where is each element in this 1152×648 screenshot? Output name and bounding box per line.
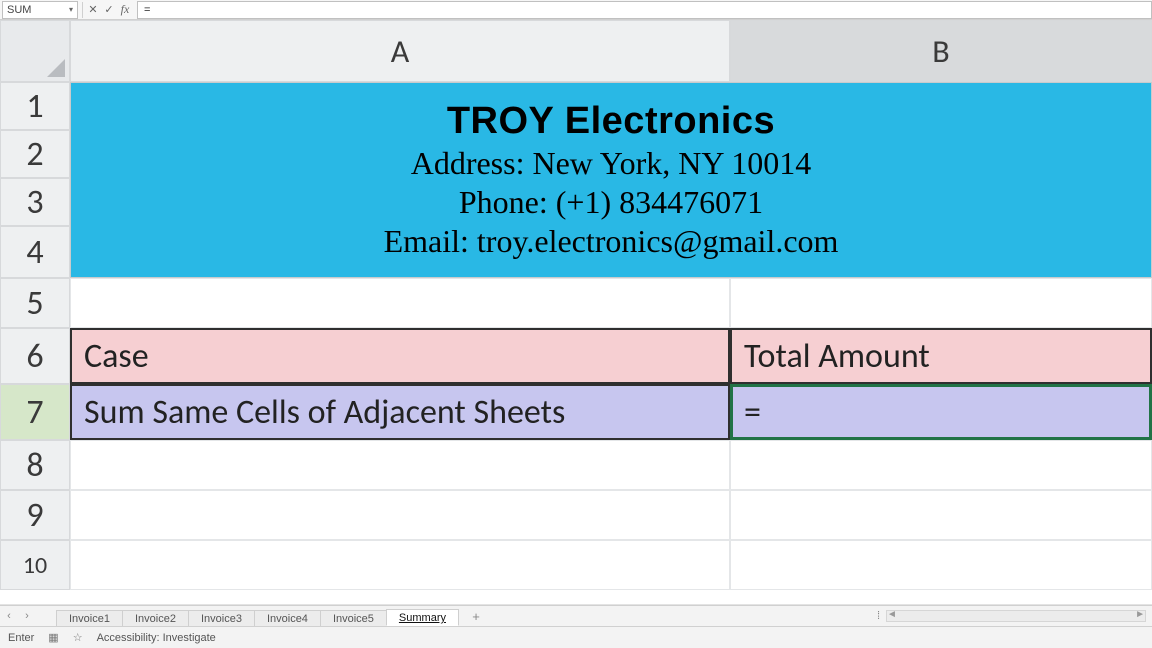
banner-title: TROY Electronics <box>447 100 775 143</box>
row-header-4[interactable]: 4 <box>0 226 70 278</box>
name-box[interactable]: SUM ▾ <box>2 1 78 19</box>
select-all-corner[interactable] <box>0 20 70 82</box>
cell-A10[interactable] <box>70 540 730 590</box>
sheet-tab-invoice5[interactable]: Invoice5 <box>320 610 387 626</box>
tab-split-handle[interactable]: ⁞ <box>877 610 880 622</box>
row-header-3[interactable]: 3 <box>0 178 70 226</box>
fx-icon[interactable]: fx <box>117 2 133 18</box>
sheet-tab-invoice2[interactable]: Invoice2 <box>122 610 189 626</box>
status-accessibility[interactable]: Accessibility: Investigate <box>97 632 216 644</box>
row-header-9[interactable]: 9 <box>0 490 70 540</box>
row-header-1[interactable]: 1 <box>0 82 70 130</box>
sheet-tabs: Invoice1 Invoice2 Invoice3 Invoice4 Invo… <box>56 606 458 626</box>
banner-phone: Phone: (+1) 834476071 <box>459 184 763 221</box>
banner-address: Address: New York, NY 10014 <box>411 145 812 182</box>
header-total: Total Amount <box>744 336 930 377</box>
sheet-tab-summary[interactable]: Summary <box>386 609 459 626</box>
star-icon: ☆ <box>73 631 83 644</box>
divider <box>82 2 83 18</box>
sheet-tab-strip: ‹ › Invoice1 Invoice2 Invoice3 Invoice4 … <box>0 605 1152 627</box>
horizontal-scrollbar[interactable] <box>886 610 1146 622</box>
chevron-down-icon[interactable]: ▾ <box>69 5 73 14</box>
cell-B8[interactable] <box>730 440 1152 490</box>
status-mode: Enter <box>8 632 34 644</box>
cell-B6[interactable]: Total Amount <box>730 328 1152 384</box>
grid-icon[interactable]: ▦ <box>48 631 58 644</box>
worksheet-grid[interactable]: A B 1 TROY Electronics Address: New York… <box>0 20 1152 605</box>
cell-A5[interactable] <box>70 278 730 328</box>
case-text: Sum Same Cells of Adjacent Sheets <box>84 392 565 433</box>
row-header-10[interactable]: 10 <box>0 540 70 590</box>
cell-A6[interactable]: Case <box>70 328 730 384</box>
formula-input[interactable]: = <box>137 1 1152 19</box>
banner-email: Email: troy.electronics@gmail.com <box>384 223 839 260</box>
enter-icon[interactable]: ✓ <box>101 2 117 18</box>
column-header-B[interactable]: B <box>730 20 1152 82</box>
cell-B7[interactable]: = <box>730 384 1152 440</box>
cell-A9[interactable] <box>70 490 730 540</box>
company-banner: TROY Electronics Address: New York, NY 1… <box>70 82 1152 278</box>
cell-B10[interactable] <box>730 540 1152 590</box>
header-case: Case <box>84 336 149 377</box>
status-bar: Enter ▦ ☆ Accessibility: Investigate <box>0 627 1152 648</box>
cell-A8[interactable] <box>70 440 730 490</box>
sheet-tab-invoice4[interactable]: Invoice4 <box>254 610 321 626</box>
row-header-6[interactable]: 6 <box>0 328 70 384</box>
add-sheet-icon[interactable]: + <box>468 608 484 624</box>
tab-next-icon[interactable]: › <box>20 609 34 623</box>
column-header-A[interactable]: A <box>70 20 730 82</box>
row-header-8[interactable]: 8 <box>0 440 70 490</box>
row-header-2[interactable]: 2 <box>0 130 70 178</box>
name-box-value: SUM <box>7 4 31 16</box>
row-header-5[interactable]: 5 <box>0 278 70 328</box>
row-header-7[interactable]: 7 <box>0 384 70 440</box>
cell-B9[interactable] <box>730 490 1152 540</box>
sheet-tab-invoice1[interactable]: Invoice1 <box>56 610 123 626</box>
cell-B5[interactable] <box>730 278 1152 328</box>
tab-prev-icon[interactable]: ‹ <box>2 609 16 623</box>
cancel-icon[interactable]: ✕ <box>85 2 101 18</box>
total-text: = <box>744 392 761 433</box>
sheet-tab-invoice3[interactable]: Invoice3 <box>188 610 255 626</box>
formula-bar: SUM ▾ ✕ ✓ fx = <box>0 0 1152 20</box>
formula-text: = <box>144 4 150 16</box>
cell-A7[interactable]: Sum Same Cells of Adjacent Sheets <box>70 384 730 440</box>
